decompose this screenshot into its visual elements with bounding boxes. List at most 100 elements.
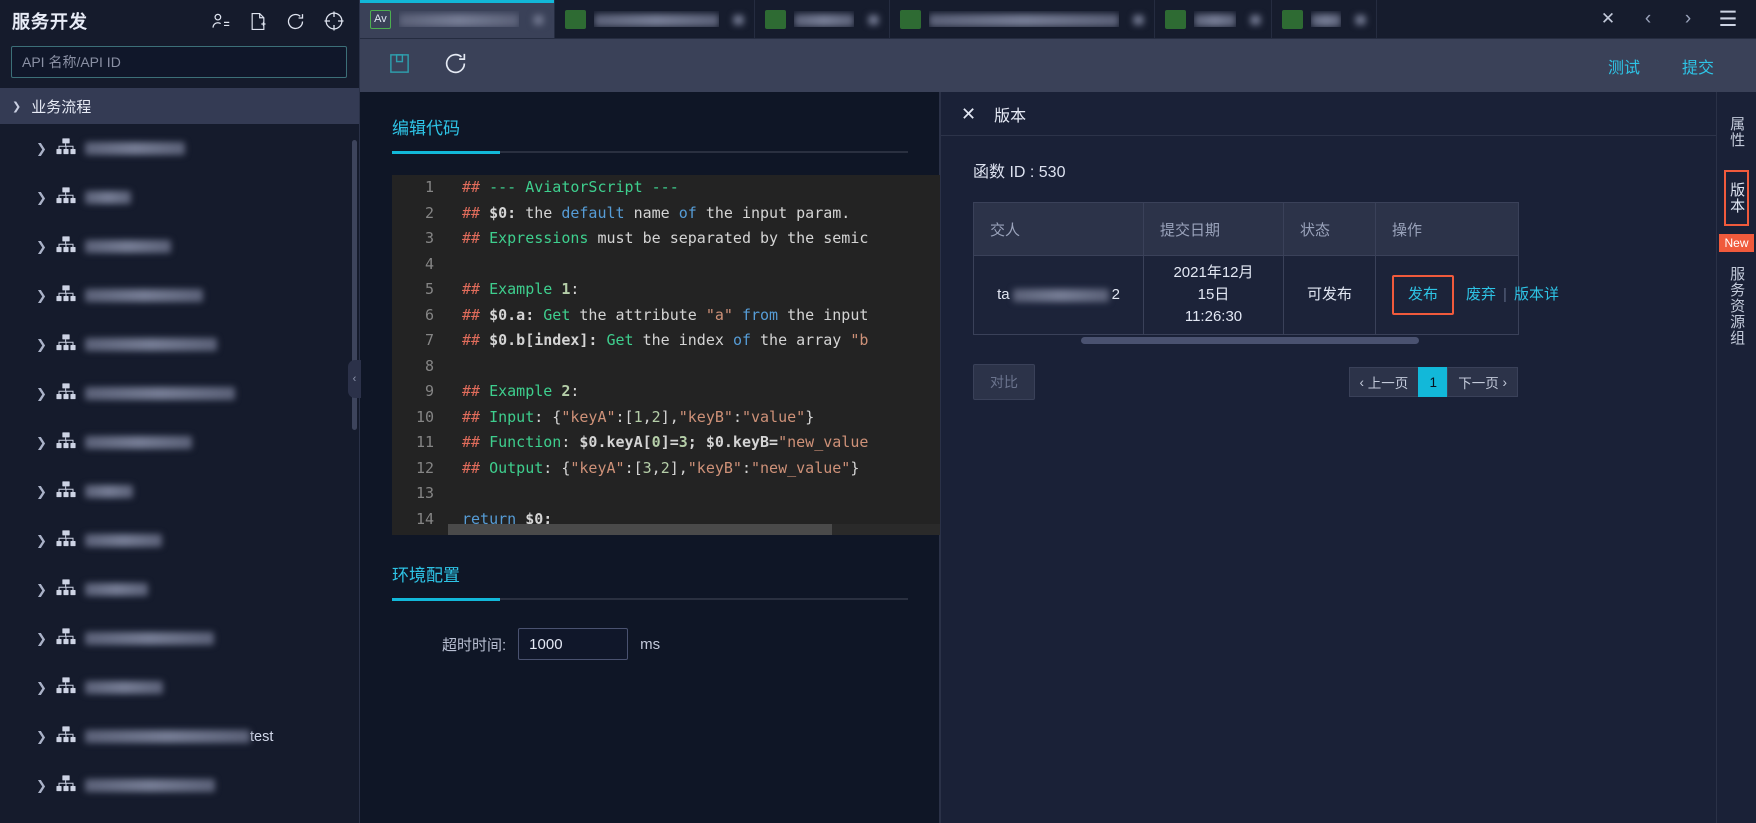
sidebar-item[interactable]: ❯	[0, 516, 359, 565]
tab-menu-icon[interactable]: ☰	[1708, 0, 1748, 38]
tab-prev-icon[interactable]: ‹	[1628, 0, 1668, 38]
editor-tab[interactable]	[755, 0, 890, 38]
pane-collapse-handle[interactable]: ‹	[348, 360, 361, 398]
timeout-row: 超时时间: ms	[360, 628, 939, 660]
submit-button[interactable]: 提交	[1682, 54, 1714, 78]
chevron-right-icon[interactable]: ❯	[36, 680, 52, 696]
tab-env-config[interactable]: 环境配置	[360, 535, 939, 598]
line-number: 3	[392, 226, 448, 252]
sidebar-group-business-process[interactable]: ❯ 业务流程	[0, 88, 359, 124]
search-input[interactable]	[11, 46, 347, 78]
publish-button-highlight[interactable]: 发布	[1392, 275, 1455, 315]
sidebar-item-label	[85, 582, 148, 598]
tab-edit-code[interactable]: 编辑代码	[360, 92, 939, 151]
sidebar-item[interactable]: ❯	[0, 173, 359, 222]
redacted-text	[85, 485, 133, 499]
chevron-right-icon[interactable]: ❯	[36, 190, 52, 206]
redacted-text	[85, 436, 192, 450]
editor-tab[interactable]	[890, 0, 1155, 38]
line-number: 11	[392, 430, 448, 456]
version-table-scrollbar[interactable]	[973, 337, 1518, 344]
discard-button[interactable]: 废弃	[1466, 286, 1496, 303]
tab-close-icon[interactable]	[1355, 12, 1366, 26]
chevron-right-icon[interactable]: ❯	[36, 141, 52, 157]
table-header-row: 交人 提交日期 状态 操作	[973, 202, 1519, 256]
redacted-text	[85, 730, 250, 744]
tab-close-icon[interactable]	[1250, 12, 1261, 26]
timeout-label: 超时时间:	[442, 636, 507, 654]
sidebar-item[interactable]: ❯	[0, 320, 359, 369]
pagination-page-1[interactable]: 1	[1418, 367, 1449, 397]
close-icon[interactable]: ✕	[961, 105, 976, 123]
chevron-right-icon[interactable]: ❯	[36, 778, 52, 794]
chevron-right-icon[interactable]: ❯	[36, 533, 52, 549]
version-detail-button[interactable]: 版本详	[1514, 286, 1559, 303]
chevron-right-icon[interactable]: ❯	[36, 729, 52, 745]
publish-button[interactable]: 发布	[1408, 286, 1438, 303]
pagination-next[interactable]: 下一页 ›	[1447, 367, 1518, 397]
flow-node-icon	[56, 284, 76, 307]
code-editor[interactable]: 1 ## --- AviatorScript --- 2 ## $0: the def…	[392, 175, 940, 535]
code-horizontal-scrollbar[interactable]	[448, 524, 940, 535]
sidebar-item[interactable]: ❯	[0, 418, 359, 467]
tab-type-badge	[900, 9, 921, 29]
save-icon[interactable]	[388, 52, 411, 80]
chevron-right-icon[interactable]: ❯	[36, 582, 52, 598]
sidebar-item[interactable]: ❯	[0, 565, 359, 614]
chevron-right-icon[interactable]: ❯	[36, 435, 52, 451]
editor-tab[interactable]	[1155, 0, 1272, 38]
sidebar-item[interactable]: ❯	[0, 222, 359, 271]
editor-tab[interactable]	[555, 0, 755, 38]
tab-close-icon[interactable]	[733, 12, 744, 26]
submitter-name: ta 2	[997, 286, 1120, 303]
rail-item-properties[interactable]: 属性	[1728, 108, 1745, 156]
tab-close-icon[interactable]	[533, 12, 544, 26]
refresh-icon[interactable]	[443, 51, 468, 81]
editor-tab[interactable]: Av	[360, 0, 555, 38]
cell-status: 可发布	[1283, 255, 1376, 335]
editor-tab[interactable]	[1272, 0, 1377, 38]
refresh-icon[interactable]	[285, 11, 306, 32]
rail-item-service-resource-group[interactable]: 服务资源组	[1728, 258, 1745, 354]
tab-edit-code-label: 编辑代码	[392, 119, 460, 138]
target-icon[interactable]	[323, 10, 345, 32]
chevron-right-icon[interactable]: ❯	[36, 337, 52, 353]
code-line: 2 ## $0: the default name of the input pa…	[392, 200, 940, 226]
tab-env-config-label: 环境配置	[392, 566, 460, 585]
code-line: 13	[392, 481, 940, 507]
user-add-icon[interactable]	[210, 11, 231, 32]
compare-button[interactable]: 对比	[973, 364, 1035, 400]
close-all-tabs-icon[interactable]: ✕	[1588, 0, 1628, 38]
chevron-right-icon[interactable]: ❯	[36, 239, 52, 255]
sidebar-item[interactable]: ❯ test	[0, 712, 359, 761]
pagination-prev[interactable]: ‹ 上一页	[1348, 367, 1420, 397]
flow-node-icon	[56, 333, 76, 356]
sidebar-item[interactable]: ❯	[0, 271, 359, 320]
chevron-right-icon[interactable]: ❯	[36, 484, 52, 500]
sidebar-item-label	[85, 337, 217, 353]
sidebar-item[interactable]: ❯	[0, 614, 359, 663]
timeout-input[interactable]	[518, 628, 629, 660]
tab-close-icon[interactable]	[1133, 12, 1144, 26]
chevron-right-icon[interactable]: ❯	[36, 386, 52, 402]
chevron-right-icon[interactable]: ❯	[36, 631, 52, 647]
sidebar-item[interactable]: ❯	[0, 761, 359, 804]
tab-close-icon[interactable]	[868, 12, 879, 26]
sidebar-item[interactable]: ❯	[0, 369, 359, 418]
sidebar-item[interactable]: ❯	[0, 467, 359, 516]
rail-item-version[interactable]: 版本	[1723, 170, 1750, 226]
sidebar-item[interactable]: ❯	[0, 663, 359, 712]
redacted-text	[85, 779, 215, 793]
code-line-text: ## $0.a: Get the attribute "a" from the …	[462, 305, 869, 324]
sidebar-item-label	[85, 386, 235, 402]
pagination-prev-label: 上一页	[1367, 376, 1409, 391]
flow-node-icon	[56, 774, 76, 797]
sidebar-tree[interactable]: ❯❯❯❯❯❯❯❯❯❯❯❯❯test❯❯sale_info_business	[0, 124, 359, 804]
test-button[interactable]: 测试	[1608, 54, 1640, 78]
sidebar-item[interactable]: ❯	[0, 124, 359, 173]
chevron-right-icon[interactable]: ❯	[36, 288, 52, 304]
app-root: 服务开发 API 名称/API ID ❯ 业务流程 ❯ ❯ ❯ ❯ ❯ ❯ ❯ …	[0, 0, 1756, 823]
tab-next-icon[interactable]: ›	[1668, 0, 1708, 38]
file-add-icon[interactable]	[248, 11, 268, 32]
